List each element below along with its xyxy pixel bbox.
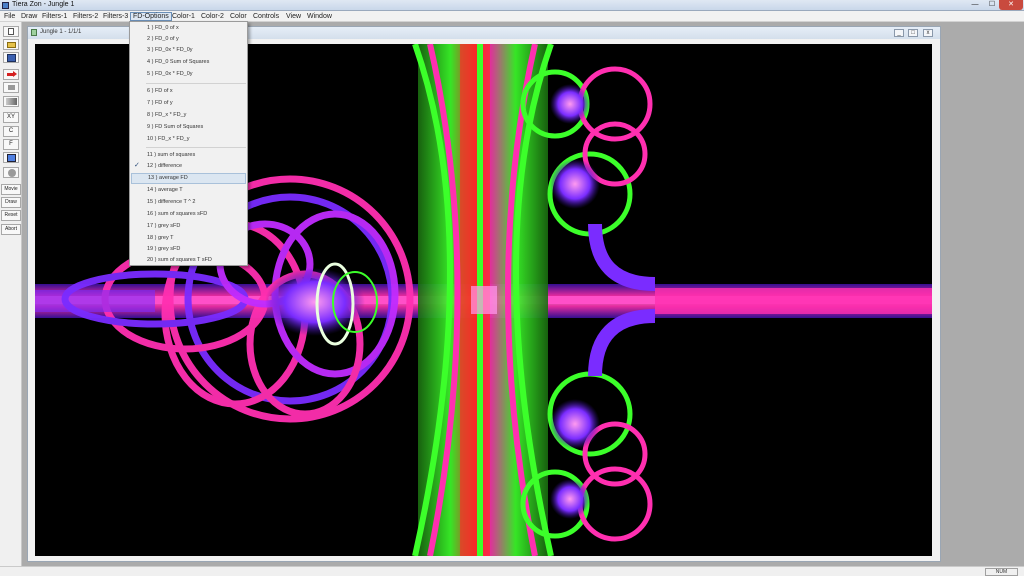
abort-button[interactable]: Abort xyxy=(1,224,21,235)
child-window-title: Jungle 1 - 1/1/1 xyxy=(40,29,82,35)
red-arrow-icon[interactable] xyxy=(3,69,19,80)
reset-button[interactable]: Reset xyxy=(1,210,21,221)
fd-option-18[interactable]: 18 ) grey T xyxy=(131,233,246,244)
menu-color-1[interactable]: Color-1 xyxy=(170,12,197,21)
c-button[interactable]: C xyxy=(3,126,19,137)
menu-color-2[interactable]: Color-2 xyxy=(199,12,226,21)
menu-fd-options[interactable]: FD-Options xyxy=(130,12,172,21)
fd-option-6[interactable]: 6 ) FD of x xyxy=(131,86,246,97)
fd-option-9[interactable]: 9 ) FD Sum of Squares xyxy=(131,122,246,133)
menu-separator xyxy=(146,83,246,84)
palette-icon[interactable] xyxy=(3,152,19,163)
menu-view[interactable]: View xyxy=(284,12,303,21)
menu-separator xyxy=(146,147,246,148)
fd-option-4[interactable]: 4 ) FD_0 Sum of Squares xyxy=(131,57,246,68)
maximize-button[interactable]: ☐ xyxy=(985,0,999,10)
fd-option-16[interactable]: 16 ) sum of squares sFD xyxy=(131,209,246,220)
window-title: Tiera Zon - Jungle 1 xyxy=(12,1,75,8)
child-window-icon xyxy=(31,29,37,36)
fd-option-14[interactable]: 14 ) average T xyxy=(131,185,246,196)
menu-controls[interactable]: Controls xyxy=(251,12,281,21)
fd-option-7[interactable]: 7 ) FD of y xyxy=(131,98,246,109)
num-lock-indicator: NUM xyxy=(985,568,1018,576)
fd-option-13[interactable]: 13 ) average FD xyxy=(131,173,246,184)
menu-filters-2[interactable]: Filters-2 xyxy=(71,12,100,21)
left-toolbar: XY C F Movie Draw Reset Abort xyxy=(0,22,22,576)
app-root: Tiera Zon - Jungle 1 — ☐ ✕ File Draw Fil… xyxy=(0,0,1024,576)
child-maximize-button[interactable]: □ xyxy=(908,29,918,37)
child-close-button[interactable]: x xyxy=(923,29,933,37)
xy-button[interactable]: XY xyxy=(3,112,19,123)
fd-option-15[interactable]: 15 ) difference T ^ 2 xyxy=(131,197,246,208)
fd-option-2[interactable]: 2 ) FD_0 of y xyxy=(131,34,246,45)
fd-option-10[interactable]: 10 ) FD_x * FD_y xyxy=(131,134,246,145)
fd-options-menu: 1 ) FD_0 of x 2 ) FD_0 of y 3 ) FD_0x * … xyxy=(129,21,248,266)
menu-filters-3[interactable]: Filters-3 xyxy=(101,12,130,21)
menu-draw[interactable]: Draw xyxy=(19,12,39,21)
minimize-button[interactable]: — xyxy=(965,0,985,10)
fd-option-5[interactable]: 5 ) FD_0x * FD_0y xyxy=(131,69,246,80)
app-icon xyxy=(2,2,9,9)
fd-option-19[interactable]: 19 ) grey sFD xyxy=(131,244,246,255)
menu-filters-1[interactable]: Filters-1 xyxy=(40,12,69,21)
draw-button[interactable]: Draw xyxy=(1,197,21,208)
fd-option-8[interactable]: 8 ) FD_x * FD_y xyxy=(131,110,246,121)
gradient-icon[interactable] xyxy=(3,96,19,107)
fd-option-11[interactable]: 11 ) sum of squares xyxy=(131,150,246,161)
menu-file[interactable]: File xyxy=(2,12,17,21)
title-bar: Tiera Zon - Jungle 1 — ☐ ✕ xyxy=(0,0,1024,11)
fd-option-1[interactable]: 1 ) FD_0 of x xyxy=(131,23,246,34)
new-file-icon[interactable] xyxy=(3,26,19,37)
menu-color[interactable]: Color xyxy=(228,12,249,21)
child-minimize-button[interactable]: _ xyxy=(894,29,904,37)
grey-tool-icon[interactable] xyxy=(3,82,19,93)
fd-option-3[interactable]: 3 ) FD_0x * FD_0y xyxy=(131,45,246,56)
circle-icon[interactable] xyxy=(3,167,19,178)
save-disk-icon[interactable] xyxy=(3,52,19,63)
menu-window[interactable]: Window xyxy=(305,12,334,21)
close-button[interactable]: ✕ xyxy=(999,0,1023,10)
status-bar: NUM xyxy=(0,566,1024,576)
fd-option-20[interactable]: 20 ) sum of squares T sFD xyxy=(131,255,246,266)
open-folder-icon[interactable] xyxy=(3,39,19,50)
f-button[interactable]: F xyxy=(3,139,19,150)
fd-option-12[interactable]: 12 ) difference xyxy=(131,161,246,172)
fd-option-17[interactable]: 17 ) grey sFD xyxy=(131,221,246,232)
movie-button[interactable]: Movie xyxy=(1,184,21,195)
